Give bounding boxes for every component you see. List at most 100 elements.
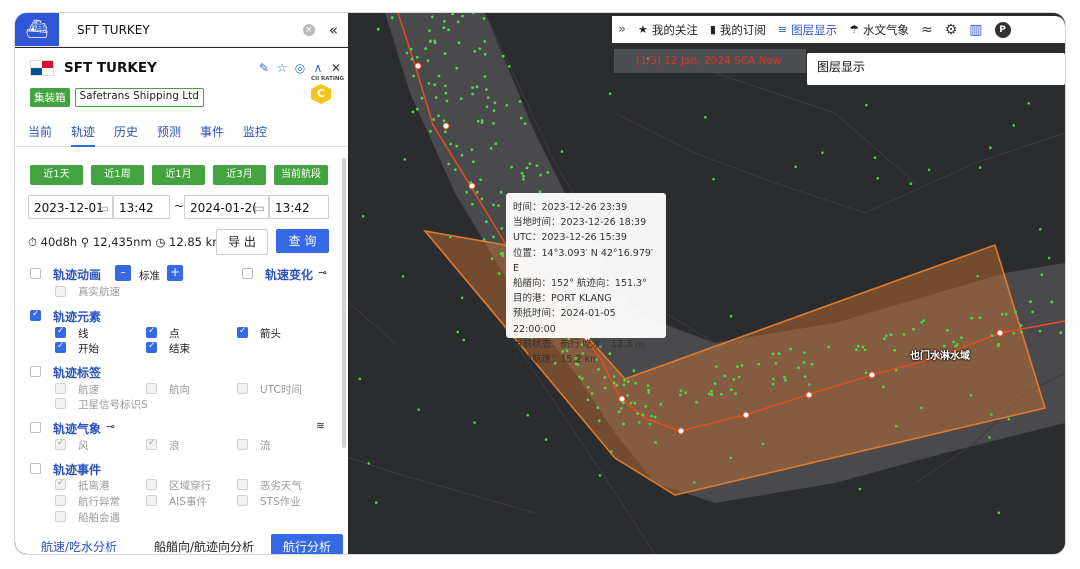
arrow-checkbox[interactable] — [237, 326, 248, 338]
settings-icon[interactable]: ⚙ — [945, 22, 958, 38]
encounter-checkbox[interactable] — [55, 511, 66, 522]
label-sat-checkbox[interactable] — [55, 398, 66, 409]
hydro-button[interactable]: ☂ 水文气象 — [849, 22, 909, 38]
btn-current-leg[interactable]: 当前航段 — [274, 165, 328, 185]
btn-1day[interactable]: 近1天 — [30, 165, 83, 185]
tab-heading[interactable]: 船艏向/航迹向分析 — [144, 534, 264, 554]
edit-icon[interactable]: ✎ — [258, 61, 270, 75]
label-heading-checkbox[interactable] — [146, 383, 157, 394]
track-point[interactable] — [468, 182, 476, 190]
query-button[interactable]: 查 询 — [276, 229, 329, 253]
expand-icon[interactable]: » — [618, 22, 626, 37]
tab-voyage[interactable]: 航行分析 — [271, 534, 343, 554]
track-point[interactable] — [996, 329, 1004, 337]
track-events-checkbox[interactable] — [30, 463, 41, 474]
cii-label: CII RATING — [311, 76, 345, 82]
ais-dot — [803, 351, 806, 354]
region-checkbox[interactable] — [146, 479, 157, 490]
track-point[interactable] — [442, 122, 450, 130]
tab-speed-draft[interactable]: 航速/吃水分析 — [29, 534, 129, 554]
bookmark-icon: ▮ — [709, 23, 716, 36]
bad-weather-checkbox[interactable] — [237, 479, 248, 490]
close-icon[interactable]: ✕ — [330, 61, 342, 75]
track-labels-checkbox[interactable] — [30, 366, 41, 377]
wind-checkbox[interactable] — [55, 438, 66, 450]
ais-dot — [1012, 331, 1016, 335]
calendar-icon[interactable]: ▭ — [254, 196, 265, 220]
point-checkbox[interactable] — [146, 326, 157, 338]
line-checkbox[interactable] — [55, 326, 66, 338]
export-button[interactable]: 导 出 — [216, 229, 268, 255]
map-icon[interactable]: ▥ — [969, 22, 982, 38]
track-weather-checkbox[interactable] — [30, 422, 41, 433]
track-point[interactable] — [414, 62, 422, 70]
ais-dot — [444, 91, 448, 95]
track-point[interactable] — [742, 411, 750, 419]
ais-dot — [810, 362, 814, 366]
parking-icon[interactable]: P — [994, 21, 1011, 38]
label-utc-checkbox[interactable] — [237, 383, 248, 394]
wind-tool-icon[interactable]: ≈ — [921, 22, 933, 38]
ais-dot — [499, 252, 503, 256]
search-input[interactable]: SFT TURKEY — [77, 23, 303, 37]
end-date-input[interactable]: 2024-01-2(▭ — [184, 195, 269, 219]
speed-change-checkbox[interactable] — [242, 268, 253, 279]
ais-checkbox[interactable] — [146, 495, 157, 506]
end-checkbox[interactable] — [146, 341, 157, 353]
track-point[interactable] — [677, 427, 685, 435]
tab-history[interactable]: 历史 — [114, 123, 138, 140]
tab-current[interactable]: 当前 — [28, 123, 52, 140]
star-icon[interactable]: ☆ — [276, 61, 288, 75]
btn-1week[interactable]: 近1周 — [91, 165, 144, 185]
chevron-up-icon[interactable]: ∧ — [312, 61, 324, 75]
toggle-icon[interactable]: ⊸ — [106, 421, 115, 433]
calendar-icon[interactable]: ▭ — [98, 196, 109, 220]
panel-scrollbar[interactable] — [342, 158, 346, 448]
wave-checkbox[interactable] — [146, 438, 157, 450]
tab-events[interactable]: 事件 — [200, 123, 224, 140]
track-point[interactable] — [868, 371, 876, 379]
locate-icon[interactable]: ◎ — [294, 61, 306, 75]
ais-dot — [654, 441, 657, 444]
tab-track[interactable]: 轨迹 — [71, 123, 96, 147]
speed-plus-button[interactable]: + — [167, 265, 183, 281]
collapse-panel-icon[interactable]: « — [329, 21, 338, 39]
real-speed-checkbox[interactable] — [55, 286, 66, 297]
clear-icon[interactable]: × — [302, 23, 315, 36]
port-checkbox[interactable] — [55, 478, 66, 490]
tab-forecast[interactable]: 预测 — [157, 123, 181, 140]
operator-tag[interactable]: Safetrans Shipping Ltd — [74, 88, 204, 107]
btn-1month[interactable]: 近1月 — [152, 165, 205, 185]
track-anim-checkbox[interactable] — [30, 268, 41, 279]
start-time-input[interactable]: 13:42 — [113, 195, 170, 219]
label-speed-checkbox[interactable] — [55, 383, 66, 394]
layers-button[interactable]: ≡ 图层显示 — [778, 22, 837, 38]
track-elements-checkbox[interactable] — [30, 309, 41, 321]
abnormal-checkbox[interactable] — [55, 495, 66, 506]
ais-dot — [475, 190, 479, 194]
current-checkbox[interactable] — [237, 439, 248, 450]
ais-dot — [634, 382, 637, 385]
start-date-input[interactable]: 2023-12-01 ▭ — [28, 195, 113, 219]
ais-dot — [460, 296, 464, 300]
end-time-input[interactable]: 13:42 — [269, 195, 329, 219]
track-point[interactable] — [618, 395, 626, 403]
toggle-icon[interactable]: ⊸ — [318, 267, 327, 279]
ais-dot — [489, 147, 493, 150]
subscribe-button[interactable]: ▮ 我的订阅 — [710, 22, 766, 38]
ship-logo-icon[interactable]: ⛴ — [15, 13, 59, 46]
ais-dot — [597, 419, 601, 423]
ais-dot — [478, 47, 482, 50]
tab-monitor[interactable]: 监控 — [243, 123, 267, 140]
speed-minus-button[interactable]: - — [115, 265, 131, 281]
ais-dot — [497, 204, 500, 207]
notice-banner[interactable]: (1/3) 12 Jan, 2024 SCA New — [614, 49, 806, 73]
btn-3month[interactable]: 近3月 — [213, 165, 266, 185]
ais-dot — [882, 337, 886, 341]
follow-button[interactable]: ★ 我的关注 — [638, 22, 698, 38]
sts-checkbox[interactable] — [237, 495, 248, 506]
start-checkbox[interactable] — [55, 341, 66, 353]
ais-dot — [889, 333, 893, 337]
wind-icon[interactable]: ≋ — [316, 420, 325, 432]
track-point[interactable] — [805, 391, 813, 399]
